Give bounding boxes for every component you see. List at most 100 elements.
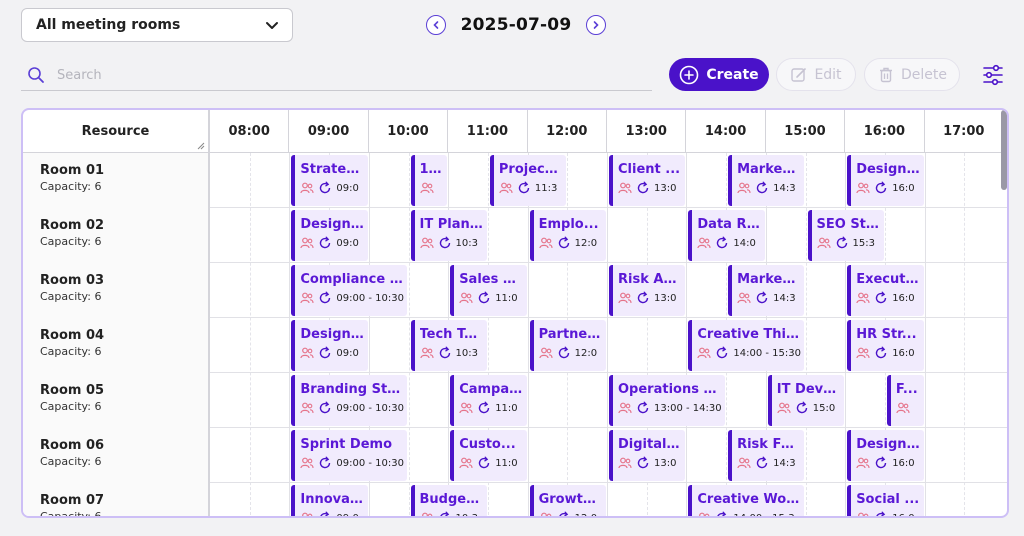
event-time: 13:0: [654, 457, 677, 469]
resize-handle-icon[interactable]: [197, 142, 205, 150]
vertical-scrollbar[interactable]: [1001, 110, 1007, 190]
attendees-icon: [697, 347, 711, 359]
recurring-icon: [756, 181, 768, 194]
recurring-icon: [320, 236, 331, 249]
event-card[interactable]: Creative Thin... 14:00 - 15:30: [688, 320, 805, 371]
room-capacity: Capacity: 6: [40, 400, 102, 413]
event-card[interactable]: Strateg... 09:0: [291, 155, 368, 206]
event-time: 14:00 - 15:3: [733, 512, 795, 518]
event-card[interactable]: Campa... 11:0: [450, 375, 527, 426]
event-title: Sales P...: [459, 272, 525, 287]
event-card[interactable]: Creative Wor... 14:00 - 15:3: [688, 485, 805, 518]
recurring-icon: [320, 456, 331, 469]
event-card[interactable]: SEO Str... 15:3: [807, 210, 884, 261]
room-row: Room 01 Capacity: 6 Strateg... 09:0 1... Proj…: [23, 153, 1007, 208]
room-capacity: Capacity: 6: [40, 510, 102, 518]
recurring-icon: [558, 346, 569, 359]
attendees-icon: [618, 292, 632, 304]
plus-circle-icon: [680, 65, 699, 84]
event-time: 11:0: [495, 457, 518, 469]
event-meta: 10:3: [419, 346, 487, 360]
event-card[interactable]: Risk As... 13:0: [609, 265, 686, 316]
event-title: Creative Thin...: [697, 327, 805, 342]
resource-column-header[interactable]: Resource: [23, 110, 210, 153]
attendees-icon: [896, 402, 910, 414]
edit-button[interactable]: Edit: [776, 58, 856, 91]
event-card[interactable]: 1...: [410, 155, 448, 206]
event-title: Digital ...: [618, 437, 686, 452]
room-cell: Room 05 Capacity: 6: [23, 373, 210, 428]
event-time: 10:3: [455, 347, 478, 359]
event-card[interactable]: Operations R... 13:00 - 14:30: [609, 375, 726, 426]
event-card[interactable]: Social ... 16:0: [847, 485, 924, 516]
time-header-1500: 15:00: [766, 110, 846, 153]
resource-header-label: Resource: [81, 124, 150, 139]
prev-day-button[interactable]: [426, 15, 446, 35]
next-day-button[interactable]: [586, 15, 606, 35]
attendees-icon: [300, 457, 314, 469]
event-title: IT Deve...: [776, 382, 845, 397]
room-filter-select[interactable]: All meeting rooms: [21, 8, 293, 42]
event-meta: 13:00 - 14:30: [618, 401, 725, 415]
event-card[interactable]: Risk Fo... 14:3: [728, 430, 805, 481]
event-card[interactable]: Design ... 16:0: [847, 155, 924, 206]
event-title: Tech Ta...: [419, 327, 487, 342]
search-input[interactable]: [57, 67, 617, 83]
attendees-icon: [459, 457, 473, 469]
recurring-icon: [320, 291, 331, 304]
event-card[interactable]: Executi... 16:0: [847, 265, 924, 316]
event-title: Design ...: [300, 217, 368, 232]
event-card[interactable]: Digital ... 13:0: [609, 430, 686, 481]
event-card[interactable]: Market... 14:3: [728, 155, 805, 206]
event-meta: 16:0: [856, 291, 923, 305]
room-name: Room 07: [40, 493, 105, 508]
event-card[interactable]: Tech Ta... 10:3: [410, 320, 487, 371]
attendees-icon: [459, 292, 473, 304]
filter-settings-icon[interactable]: [981, 63, 1005, 87]
date-navigator: 2025-07-09: [426, 12, 606, 38]
attendees-icon: [816, 237, 831, 249]
event-card[interactable]: Growth... 12:0: [529, 485, 606, 516]
event-meta: 16:0: [856, 456, 923, 470]
scheduler-grid: Resource 08:00 09:00 10:00 11:00 12:00 13:00 1…: [21, 108, 1009, 518]
event-card[interactable]: Innova... 09:0: [291, 485, 368, 516]
event-card[interactable]: Client ... 13:0: [609, 155, 686, 206]
event-time: 15:0: [812, 402, 836, 414]
create-button[interactable]: Create: [669, 58, 769, 91]
event-card[interactable]: Design ... 09:0: [291, 320, 368, 371]
time-header-0800: 08:00: [210, 110, 290, 153]
event-card[interactable]: Branding Stra... 09:00 - 10:30: [291, 375, 408, 426]
event-time: 10:3: [455, 512, 478, 518]
event-card[interactable]: Design ... 09:0: [291, 210, 368, 261]
delete-button[interactable]: Delete: [864, 58, 960, 91]
timeline-body: Room 01 Capacity: 6 Strateg... 09:0 1... Proj…: [23, 153, 1007, 518]
create-label: Create: [706, 66, 759, 83]
event-card[interactable]: IT Plan... 10:3: [410, 210, 487, 261]
event-card[interactable]: F...: [886, 375, 924, 426]
event-title: Social ...: [856, 492, 920, 507]
attendees-icon: [737, 182, 751, 194]
attendees-icon: [300, 402, 314, 414]
attendees-icon: [300, 292, 314, 304]
event-title: Executi...: [856, 272, 924, 287]
event-card[interactable]: Design ... 16:0: [847, 430, 924, 481]
room-name: Room 04: [40, 328, 105, 343]
event-meta: 12:0: [538, 236, 606, 250]
event-card[interactable]: Compliance B... 09:00 - 10:30: [291, 265, 408, 316]
event-meta: 09:0: [300, 346, 367, 360]
event-card[interactable]: Custo... 11:0: [450, 430, 527, 481]
event-card[interactable]: Data R... 14:0: [688, 210, 765, 261]
event-card[interactable]: Sales P... 11:0: [450, 265, 527, 316]
event-card[interactable]: HR Str... 16:0: [847, 320, 924, 371]
event-title: Market...: [737, 272, 804, 287]
event-card[interactable]: Emplo... 12:0: [529, 210, 606, 261]
event-card[interactable]: Sprint Demo 09:00 - 10:30: [291, 430, 408, 481]
event-card[interactable]: Project... 11:3: [489, 155, 567, 206]
event-card[interactable]: IT Deve... 15:0: [767, 375, 845, 426]
event-card[interactable]: Budget... 10:3: [410, 485, 487, 518]
event-card[interactable]: Partne... 12:0: [529, 320, 606, 371]
time-header-1200: 12:00: [528, 110, 607, 153]
event-card[interactable]: Market... 14:3: [728, 265, 805, 316]
recurring-icon: [558, 511, 568, 516]
time-header-0900: 09:00: [289, 110, 369, 153]
